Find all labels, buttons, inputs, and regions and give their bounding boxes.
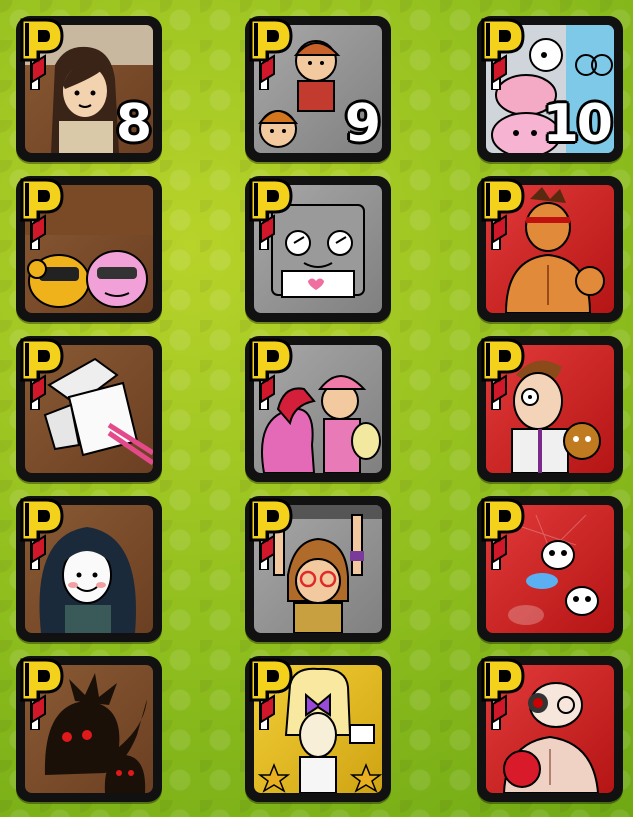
character-tile-8[interactable]: 8 [16,16,162,162]
character-tile[interactable] [477,656,623,802]
character-tile[interactable] [477,496,623,642]
p-badge-icon [20,498,64,570]
p-badge-icon [249,658,293,730]
character-tile[interactable] [16,496,162,642]
character-tile[interactable] [16,336,162,482]
tile-number: 10 [542,94,613,154]
character-tile[interactable] [245,176,391,322]
p-badge-icon [481,338,525,410]
character-tile-9[interactable]: 9 [245,16,391,162]
p-badge-icon [20,178,64,250]
character-tile[interactable] [16,656,162,802]
character-tile[interactable] [245,336,391,482]
p-badge-icon [481,658,525,730]
character-tile[interactable] [477,176,623,322]
p-badge-icon [249,338,293,410]
character-tile[interactable] [477,336,623,482]
p-badge-icon [249,498,293,570]
p-badge-icon [20,658,64,730]
p-badge-icon [249,178,293,250]
character-tile[interactable] [245,656,391,802]
character-tile[interactable] [245,496,391,642]
p-badge-icon [481,18,525,90]
p-badge-icon [20,338,64,410]
character-tile[interactable] [16,176,162,322]
tile-number: 8 [115,94,152,154]
p-badge-icon [481,498,525,570]
character-tile-10[interactable]: 10 [477,16,623,162]
p-badge-icon [20,18,64,90]
p-badge-icon [249,18,293,90]
tile-number: 9 [344,94,381,154]
p-badge-icon [481,178,525,250]
